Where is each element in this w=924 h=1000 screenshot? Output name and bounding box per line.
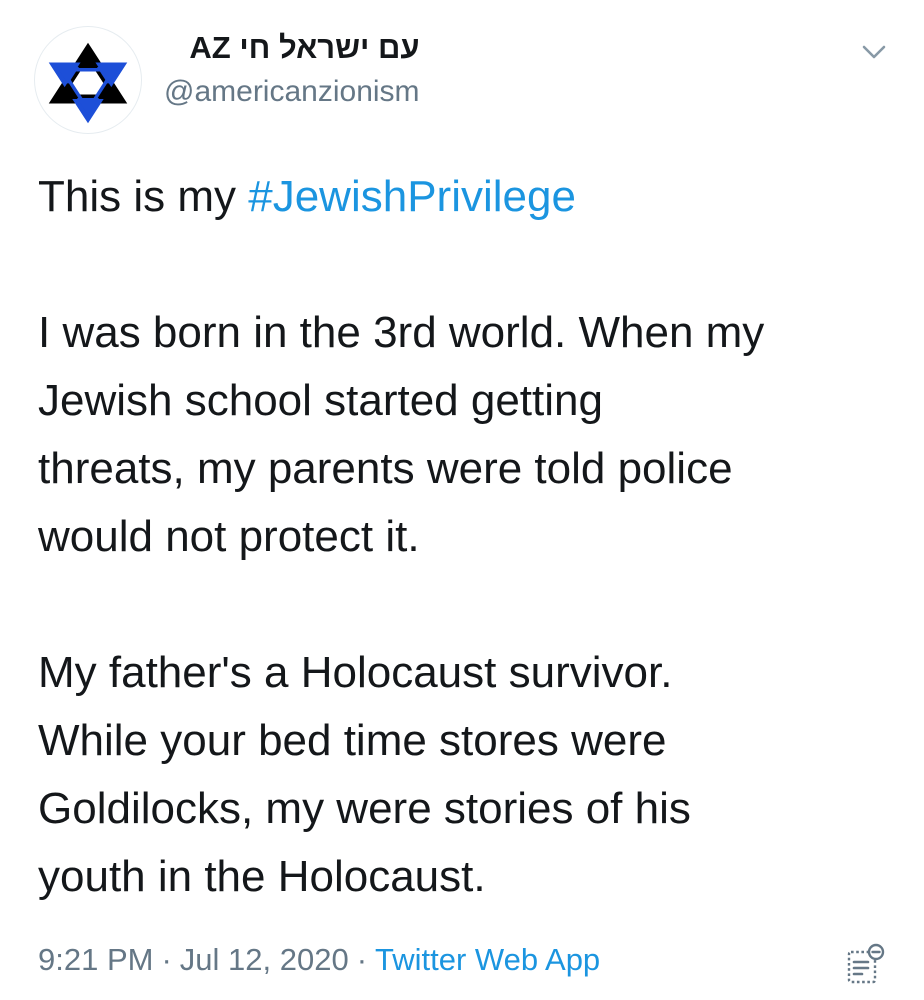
user-names: עם ישראל חי AZ @americanzionism bbox=[164, 28, 420, 112]
tweet-metadata: 9:21 PM · Jul 12, 2020 · Twitter Web App bbox=[38, 938, 600, 982]
tweet-analytics-icon bbox=[847, 943, 885, 984]
star-of-david-icon bbox=[48, 42, 128, 124]
tweet-header: עם ישראל חי AZ @americanzionism bbox=[34, 22, 894, 134]
user-handle[interactable]: @americanzionism bbox=[164, 72, 420, 112]
tweet-card: עם ישראל חי AZ @americanzionism This is … bbox=[0, 0, 924, 1000]
tweet-line-1: This is my #JewishPrivilege bbox=[38, 163, 898, 231]
separator-dot: · bbox=[161, 942, 172, 977]
tweet-source-link[interactable]: Twitter Web App bbox=[375, 942, 600, 977]
tweet-paragraph-2: I was born in the 3rd world. When my Jew… bbox=[38, 308, 765, 561]
tweet-analytics-button[interactable] bbox=[846, 942, 886, 986]
tweet-menu-button[interactable] bbox=[856, 34, 892, 70]
avatar[interactable] bbox=[34, 26, 142, 134]
tweet-paragraph-3: My father's a Holocaust survivor. While … bbox=[38, 648, 691, 901]
tweet-date[interactable]: Jul 12, 2020 bbox=[180, 942, 349, 977]
tweet-line-1-prefix: This is my bbox=[38, 172, 249, 221]
tweet-time[interactable]: 9:21 PM bbox=[38, 942, 153, 977]
hashtag-link[interactable]: #JewishPrivilege bbox=[248, 172, 576, 221]
tweet-text: This is my #JewishPrivilege I was born i… bbox=[38, 163, 898, 911]
separator-dot: · bbox=[356, 942, 368, 977]
chevron-down-icon bbox=[862, 45, 886, 59]
display-name[interactable]: עם ישראל חי AZ bbox=[164, 28, 419, 68]
